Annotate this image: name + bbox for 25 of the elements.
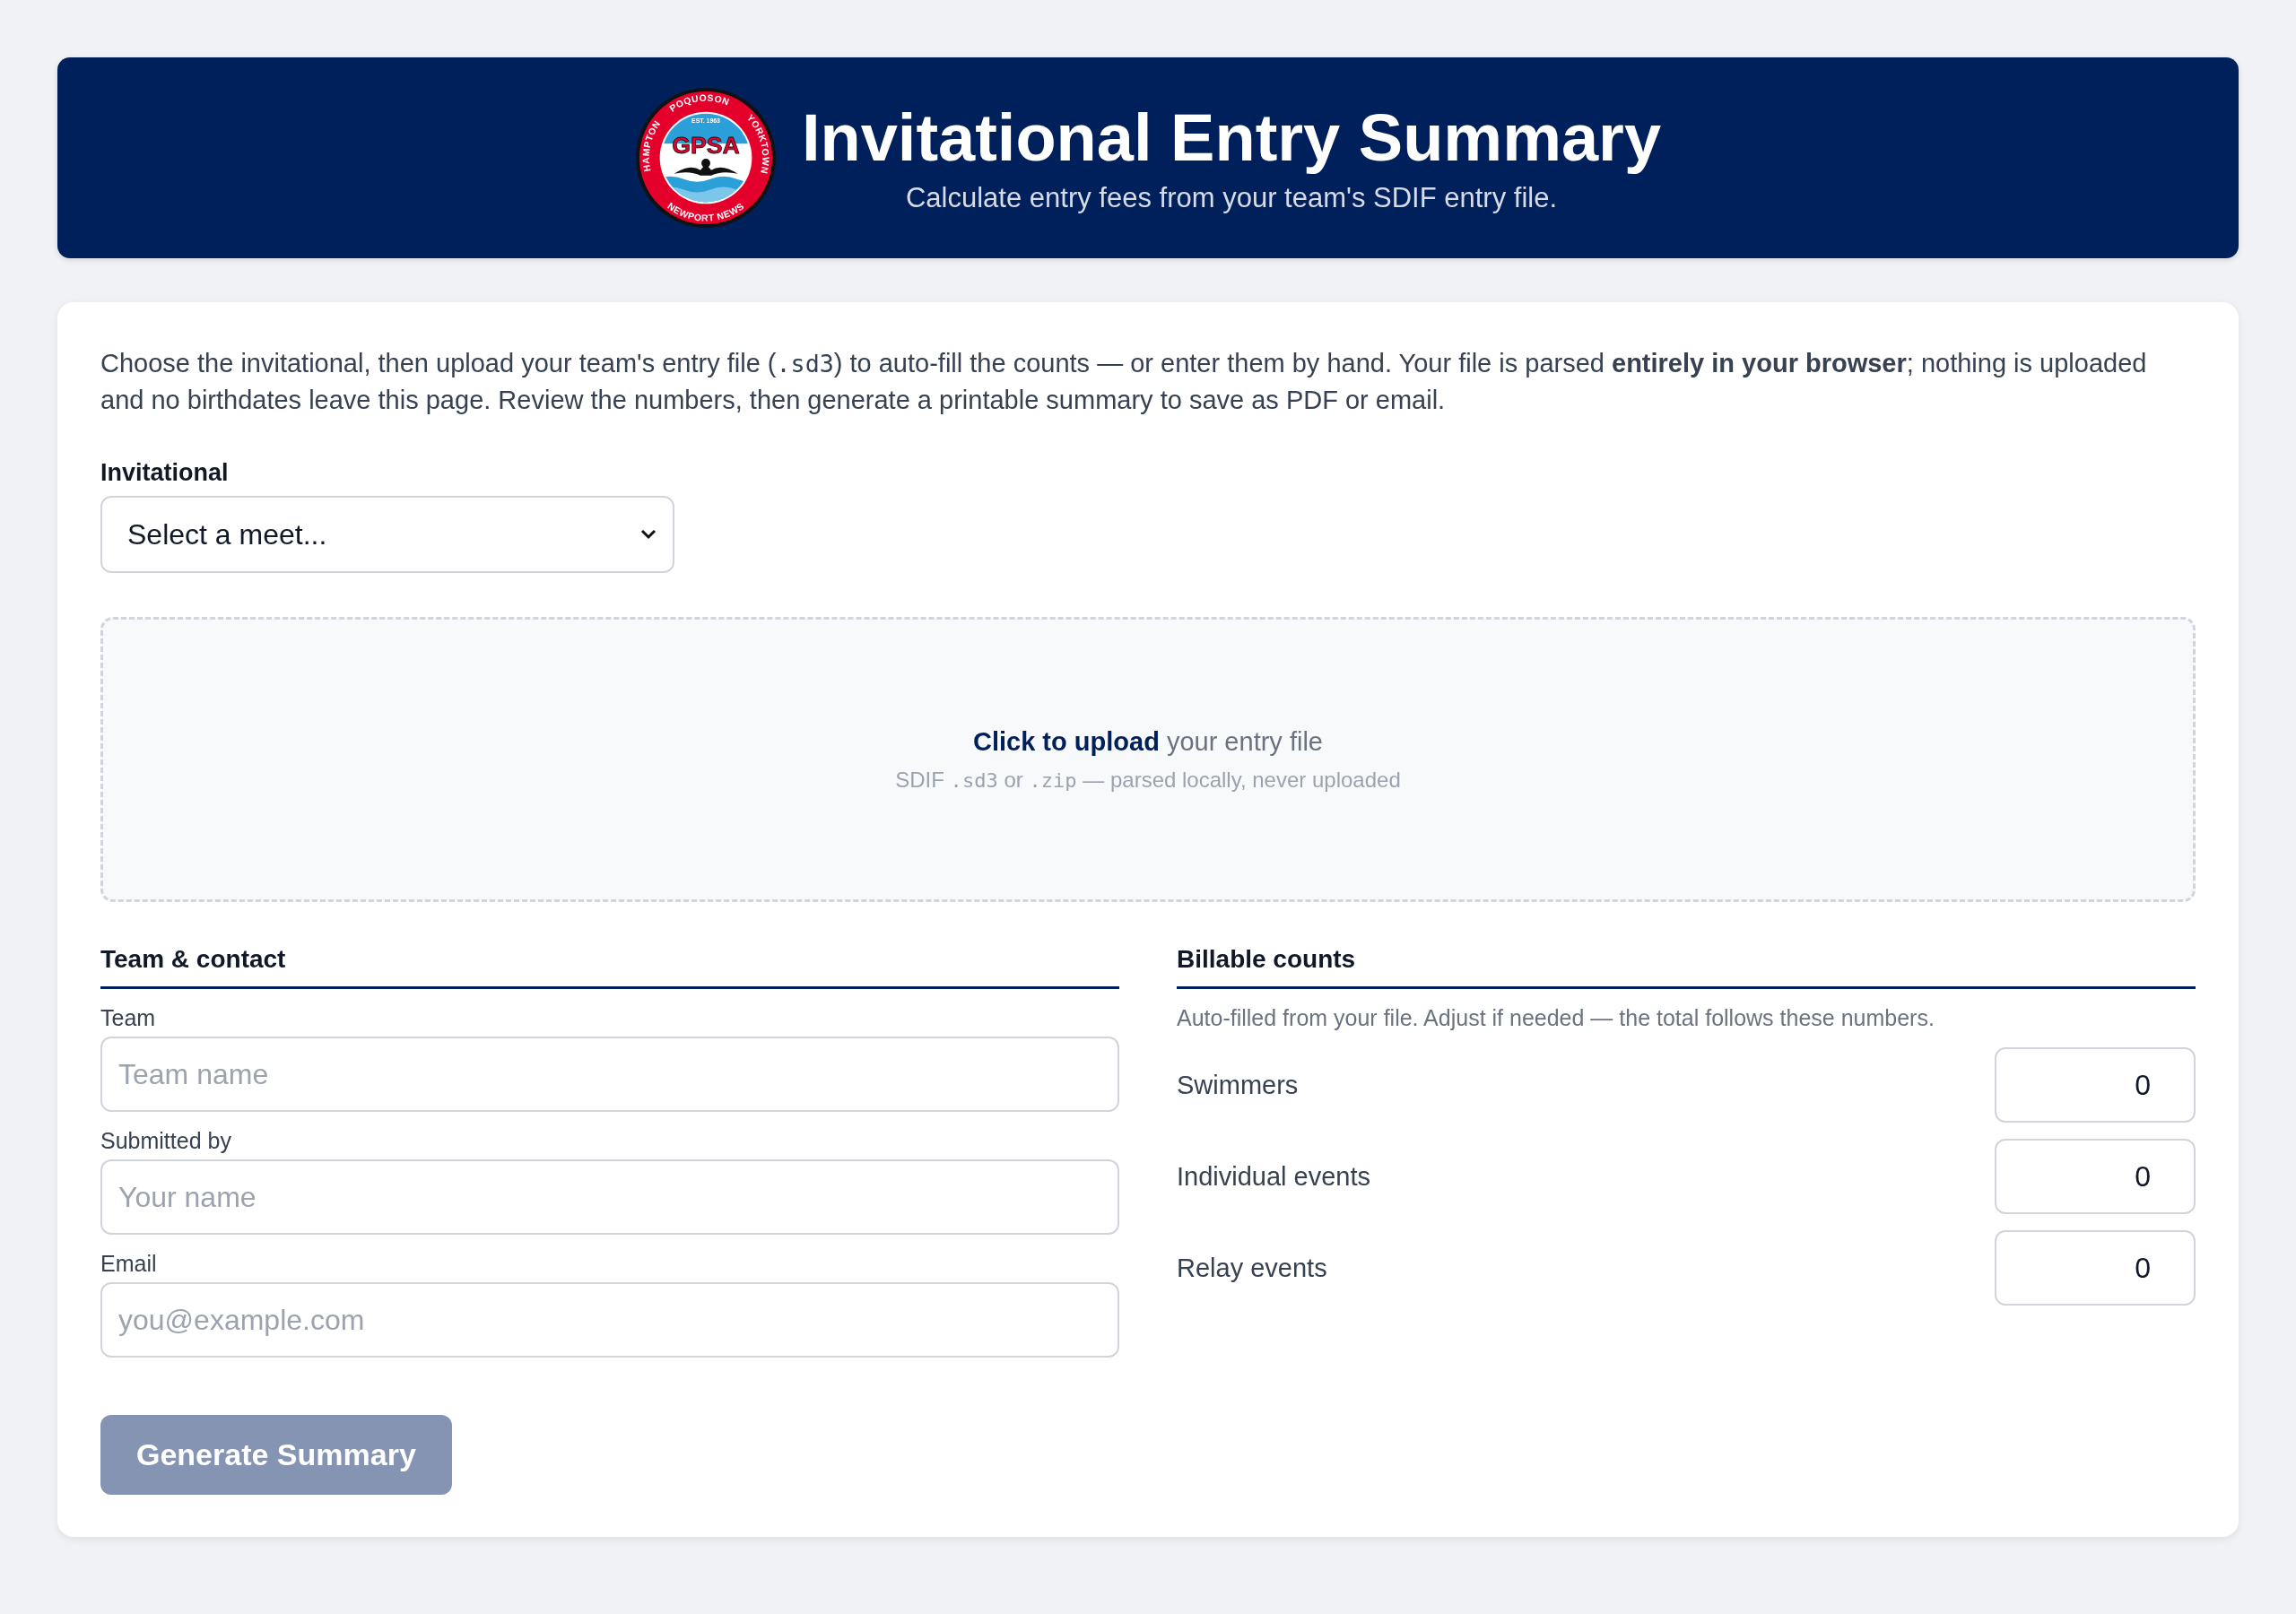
count-field[interactable]: 0: [1995, 1047, 2196, 1123]
text-field[interactable]: Your name: [100, 1159, 1119, 1235]
count-label: Swimmers: [1177, 1070, 1299, 1100]
field-label: Invitational: [100, 459, 230, 487]
section-heading: Billable counts: [1177, 945, 2196, 989]
intro-paragraph: Choose the invitational, then upload your team's entry file (.sd3) to auto-fill the counts — or enter them by hand. Your file is parsed entirely in your browser; nothing is uploaded and no birthdates leave this page. Review the numbers, then generate a printable summary to save as PDF or email.: [100, 348, 2148, 416]
chevron-down-icon: [640, 529, 657, 540]
field-label: Submitted by: [100, 1128, 232, 1154]
page-subtitle: Calculate entry fees from your team's SDIF entry file.: [905, 181, 1558, 214]
count-field[interactable]: 0: [1995, 1139, 2196, 1214]
text-field[interactable]: you@example.com: [100, 1282, 1119, 1358]
upload-dropzone[interactable]: Click to upload your entry file SDIF .sd3 or .zip — parsed locally, never uploaded: [100, 617, 2196, 902]
count-label: Relay events: [1177, 1253, 1327, 1283]
page-title: Invitational Entry Summary: [801, 101, 1662, 175]
upload-link[interactable]: Click to upload: [973, 726, 1160, 756]
field-label: Team: [100, 1005, 157, 1031]
section-heading: Team & contact: [100, 945, 1119, 989]
section-note: Auto-filled from your file. Adjust if needed — the total follows these numbers.: [1177, 1005, 1935, 1031]
field-label: Email: [100, 1251, 158, 1277]
count-field[interactable]: 0: [1995, 1230, 2196, 1306]
upload-prompt: Click to upload your entry file: [973, 726, 1323, 757]
count-label: Individual events: [1177, 1161, 1371, 1192]
meet-select[interactable]: Select a meet...: [100, 496, 674, 573]
upload-hint: SDIF .sd3 or .zip — parsed locally, never uploaded: [895, 767, 1401, 793]
text-field[interactable]: Team name: [100, 1037, 1119, 1112]
